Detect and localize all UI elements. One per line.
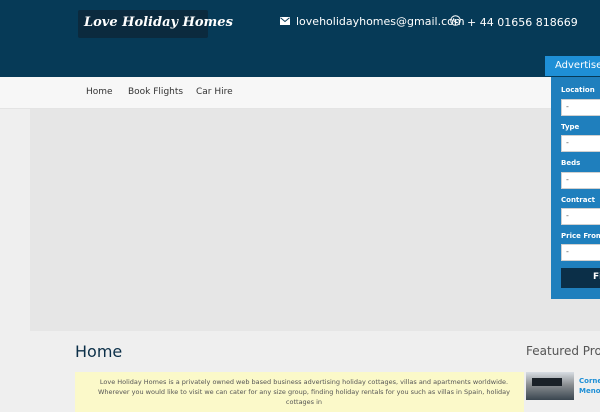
beds-label: Beds	[561, 159, 581, 167]
property-search-panel: Location - Type - Beds - Contract - Pric…	[551, 77, 600, 299]
type-select[interactable]: -	[561, 135, 600, 152]
find-button[interactable]: Fi	[561, 268, 600, 288]
featured-property-thumbnail[interactable]	[526, 372, 574, 400]
contact-phone-text: + 44 01656 818669	[467, 15, 578, 29]
location-select[interactable]: -	[561, 99, 600, 116]
main-navbar: Home Book Flights Car Hire	[0, 77, 600, 109]
beds-select-value: -	[566, 175, 569, 184]
contract-label: Contract	[561, 196, 595, 204]
nav-item-car-hire[interactable]: Car Hire	[196, 87, 233, 97]
contact-phone[interactable]: + 44 01656 818669	[450, 15, 578, 29]
logo-text: Love Holiday Homes	[84, 15, 233, 30]
contract-select[interactable]: -	[561, 208, 600, 225]
featured-property-title[interactable]: Corne Meno	[579, 376, 600, 396]
price-from-select[interactable]: -	[561, 244, 600, 261]
page-title: Home	[75, 342, 123, 361]
phone-icon	[450, 15, 461, 29]
intro-text: Love Holiday Homes is a privately owned …	[98, 378, 510, 406]
location-label: Location	[561, 86, 595, 94]
location-select-value: -	[566, 102, 569, 111]
type-select-value: -	[566, 138, 569, 147]
featured-properties-title: Featured Pro	[526, 344, 600, 358]
contract-select-value: -	[566, 211, 569, 220]
site-header: Love Holiday Homes loveholidayhomes@gmai…	[0, 0, 600, 77]
advertise-tab[interactable]: Advertise	[545, 56, 600, 76]
envelope-icon	[280, 15, 290, 28]
find-button-label: Fi	[593, 272, 600, 282]
contact-email[interactable]: loveholidayhomes@gmail.com	[280, 15, 465, 28]
type-label: Type	[561, 123, 580, 131]
price-from-select-value: -	[566, 247, 569, 256]
intro-box: Love Holiday Homes is a privately owned …	[75, 372, 524, 412]
beds-select[interactable]: -	[561, 172, 600, 189]
nav-item-home[interactable]: Home	[86, 87, 113, 97]
hero-banner	[30, 109, 600, 331]
site-logo[interactable]: Love Holiday Homes	[78, 10, 233, 38]
nav-item-book-flights[interactable]: Book Flights	[128, 87, 183, 97]
advertise-tab-label: Advertise	[555, 60, 600, 71]
price-from-label: Price From	[561, 232, 600, 240]
contact-email-text: loveholidayhomes@gmail.com	[296, 15, 465, 28]
